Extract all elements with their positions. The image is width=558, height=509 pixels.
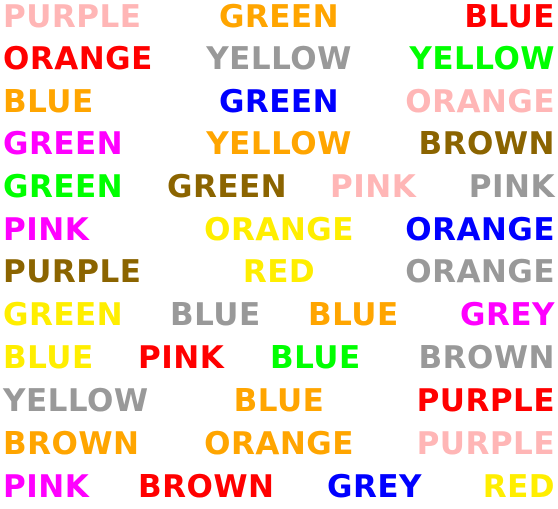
word-row-4: GREEN YELLOW BROWN <box>0 123 558 165</box>
word-10-2: BLUE <box>233 383 325 419</box>
word-2-2: YELLOW <box>206 41 352 77</box>
word-11-3: PURPLE <box>416 426 555 462</box>
word-5-1: GREEN <box>3 169 124 205</box>
word-7-3: ORANGE <box>405 254 555 290</box>
word-row-5: GREEN GREEN PINK PINK <box>0 166 558 208</box>
word-5-4: PINK <box>468 169 555 205</box>
word-3-1: BLUE <box>3 84 94 120</box>
word-12-4: RED <box>482 469 555 505</box>
word-row-8: GREEN BLUE BLUE GREY <box>0 294 558 336</box>
word-4-3: BROWN <box>418 126 555 162</box>
stroop-word-board: PURPLE GREEN BLUE ORANGE YELLOW YELLOW BLUE GRE… <box>0 0 558 509</box>
word-row-1: PURPLE GREEN BLUE <box>0 0 558 38</box>
word-9-2: PINK <box>138 340 225 376</box>
word-2-1: ORANGE <box>3 41 153 77</box>
word-9-4: BROWN <box>418 340 555 376</box>
word-5-2: GREEN <box>167 169 288 205</box>
word-8-3: BLUE <box>308 297 399 333</box>
word-8-2: BLUE <box>170 297 261 333</box>
word-3-3: ORANGE <box>405 84 555 120</box>
word-row-7: PURPLE RED ORANGE <box>0 251 558 293</box>
word-row-11: BROWN ORANGE PURPLE <box>0 423 558 465</box>
word-6-1: PINK <box>3 212 90 248</box>
word-4-2: YELLOW <box>206 126 352 162</box>
word-1-3: BLUE <box>464 0 555 35</box>
word-12-1: PINK <box>3 469 90 505</box>
word-row-10: YELLOW BLUE PURPLE <box>0 380 558 422</box>
word-8-4: GREY <box>460 297 555 333</box>
word-9-3: BLUE <box>270 340 361 376</box>
word-row-3: BLUE GREEN ORANGE <box>0 81 558 123</box>
word-row-2: ORANGE YELLOW YELLOW <box>0 38 558 80</box>
word-5-3: PINK <box>330 169 417 205</box>
word-7-1: PURPLE <box>3 254 142 290</box>
word-6-3: ORANGE <box>405 212 555 248</box>
word-2-3: YELLOW <box>409 41 555 77</box>
word-8-1: GREEN <box>3 297 124 333</box>
word-4-1: GREEN <box>3 126 124 162</box>
word-9-1: BLUE <box>3 340 94 376</box>
word-row-9: BLUE PINK BLUE BROWN <box>0 337 558 379</box>
word-12-3: GREY <box>327 469 422 505</box>
word-10-3: PURPLE <box>416 383 555 419</box>
word-row-12: PINK BROWN GREY RED <box>0 466 558 508</box>
word-12-2: BROWN <box>138 469 275 505</box>
word-11-2: ORANGE <box>204 426 354 462</box>
word-3-2: GREEN <box>218 84 340 120</box>
word-10-1: YELLOW <box>3 383 149 419</box>
word-row-6: PINK ORANGE ORANGE <box>0 209 558 251</box>
word-6-2: ORANGE <box>204 212 354 248</box>
word-1-2: GREEN <box>218 0 340 35</box>
word-11-1: BROWN <box>3 426 140 462</box>
word-7-2: RED <box>242 254 316 290</box>
word-1-1: PURPLE <box>3 0 142 35</box>
